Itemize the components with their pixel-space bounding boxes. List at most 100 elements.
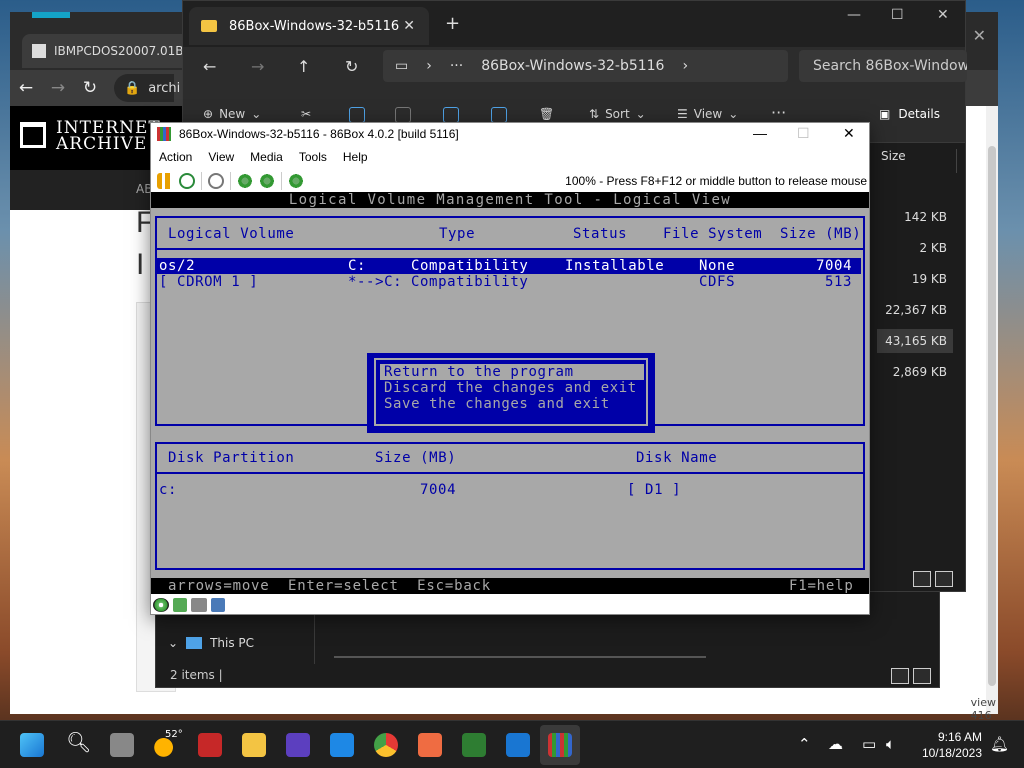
browser-tab[interactable]: IBMPCDOS20007.01Boo [22,34,192,68]
screenshot-icon[interactable] [288,173,304,189]
plus-circle-icon: ⊕ [203,107,214,121]
details-view-icon[interactable] [891,668,909,684]
machine-settings-icon[interactable] [259,173,275,189]
sort-label: Sort [605,107,630,121]
minimize-icon[interactable]: — [847,7,861,23]
menu-option-return[interactable]: Return to the program [384,364,574,380]
86box-window: 86Box-Windows-32-b5116 - 86Box 4.0.2 [bu… [150,122,870,615]
task-view-icon[interactable] [110,733,134,757]
logo-line-2: ARCHIVE [56,134,148,154]
refresh-icon[interactable]: ↻ [345,57,358,76]
start-windows-icon[interactable] [20,733,44,757]
delete-icon[interactable]: 🗑 [539,107,554,121]
volume-fs: CDFS [699,274,736,290]
scroll-thumb[interactable] [988,146,996,686]
emulator-menubar: Action View Media Tools Help [151,146,869,168]
paste-icon[interactable] [395,107,411,123]
emulated-screen[interactable]: Logical Volume Management Tool - Logical… [151,192,869,594]
menu-option-save[interactable]: Save the changes and exit [384,396,610,412]
address-bar[interactable]: 🔒 archi [114,74,180,102]
forward-arrow-icon[interactable]: → [42,78,74,98]
copy-icon[interactable] [349,107,365,123]
network-icon[interactable]: ▭ [862,735,876,753]
sound-icon[interactable] [211,598,225,612]
new-tab-icon[interactable]: + [445,13,460,34]
back-arrow-icon[interactable]: ← [203,57,216,76]
menu-action[interactable]: Action [159,150,192,164]
explorer-tab-title: 86Box-Windows-32-b5116 [229,18,400,34]
menu-media[interactable]: Media [250,150,283,164]
rename-icon[interactable] [443,107,459,123]
close-icon[interactable]: ✕ [937,7,949,23]
search-input[interactable]: Search 86Box-Windows-3 [799,50,967,82]
show-hidden-icons-chevron-icon[interactable]: ⌃ [798,735,811,753]
chevron-right-icon[interactable]: › [682,58,688,74]
onedrive-cloud-icon[interactable]: ☁ [828,735,843,753]
volume-icon[interactable]: 🔈︎ [886,735,895,753]
partition-size: 7004 [420,482,457,498]
menu-help[interactable]: Help [343,150,368,164]
file-size-cell[interactable]: 22,367 KB [877,298,953,322]
explorer-tab[interactable]: 86Box-Windows-32-b5116 ✕ [189,7,429,45]
weather-app-icon[interactable] [506,733,530,757]
calendar-app-icon[interactable] [286,733,310,757]
maximize-icon[interactable]: ☐ [891,7,904,23]
header-file-system: File System [663,226,763,242]
details-view-icon[interactable] [913,571,931,587]
weather-temperature: 52° [165,729,183,740]
news-app-icon[interactable] [198,733,222,757]
view-button[interactable]: ☰ View ⌄ [677,107,738,121]
tiles-view-icon[interactable] [913,668,931,684]
search-icon[interactable]: 🔍︎ [66,730,91,754]
file-size-cell[interactable]: 2 KB [877,236,953,260]
file-size-cell[interactable]: 2,869 KB [877,360,953,384]
cdrom-icon[interactable] [153,598,169,612]
browser-scrollbar[interactable] [986,106,998,714]
volume-row[interactable]: os/2 C: Compatibility Installable None 7… [157,258,861,274]
menu-tools[interactable]: Tools [299,150,327,164]
size-column-header[interactable]: Size [877,149,957,173]
forward-arrow-icon[interactable]: → [251,57,264,76]
system-clock[interactable]: 9:16 AM 10/18/2023 [922,729,982,761]
minimize-icon[interactable]: — [753,125,767,141]
cut-icon[interactable]: ✂ [301,107,311,121]
details-button[interactable]: ▣ Details [879,107,940,121]
hard-disk-icon[interactable] [191,598,207,612]
nav-item-this-pc[interactable]: ⌄ This PC [168,636,254,650]
tiles-view-icon[interactable] [935,571,953,587]
share-icon[interactable] [491,107,507,123]
close-icon[interactable]: ✕ [843,125,855,142]
horizontal-scrollbar[interactable] [334,656,706,658]
close-tab-icon[interactable]: ✕ [403,18,415,34]
file-size-cell[interactable]: 142 KB [877,205,953,229]
chrome-icon[interactable] [374,733,398,757]
pause-icon[interactable] [157,173,173,189]
sort-button[interactable]: ⇅ Sort ⌄ [589,107,646,121]
browser-close-icon[interactable]: ✕ [973,26,986,45]
file-size-cell[interactable]: 43,165 KB [877,329,953,353]
reset-icon[interactable] [179,173,195,189]
network-icon[interactable] [173,598,187,612]
86box-taskbar-icon[interactable] [548,733,572,757]
reload-icon[interactable]: ↻ [74,78,106,98]
maximize-icon[interactable]: ☐ [797,125,810,142]
back-arrow-icon[interactable]: ← [10,78,42,98]
new-button[interactable]: ⊕ New ⌄ [203,107,261,121]
more-options-icon[interactable]: ··· [771,103,786,122]
menu-option-discard[interactable]: Discard the changes and exit [384,380,637,396]
spreadsheet-app-icon[interactable] [462,733,486,757]
file-explorer-icon[interactable] [242,733,266,757]
path-ellipsis[interactable]: ··· [450,58,463,74]
path-folder[interactable]: 86Box-Windows-32-b5116 [481,58,664,74]
volume-name: os/2 [159,258,196,274]
archive-logo-text[interactable]: INTERNET ARCHIVE [56,120,161,154]
people-app-icon[interactable] [418,733,442,757]
notification-bell-icon[interactable]: 🔔︎ [990,735,1009,753]
path-bar[interactable]: ▭ › ··· 86Box-Windows-32-b5116 › [383,50,788,82]
menu-view[interactable]: View [208,150,234,164]
power-icon[interactable] [208,173,224,189]
file-size-cell[interactable]: 19 KB [877,267,953,291]
mail-icon[interactable] [330,733,354,757]
up-arrow-icon[interactable]: ↑ [297,57,310,76]
settings-icon[interactable] [237,173,253,189]
